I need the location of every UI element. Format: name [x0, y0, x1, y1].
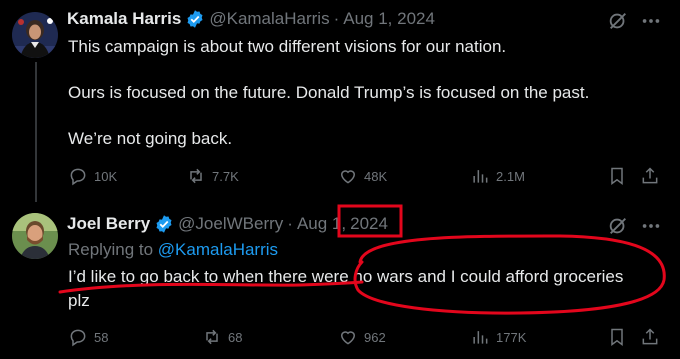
like-count: 962 — [364, 329, 386, 345]
tweet-body-line-1: I’d like to go back to when there were n… — [68, 267, 624, 286]
thread-connector-line — [35, 62, 37, 202]
tweet-body-line-2: plz — [68, 291, 90, 310]
views-button[interactable]: 2.1M — [470, 166, 525, 186]
reply-button[interactable]: 10K — [68, 166, 117, 186]
reply-icon — [70, 168, 86, 186]
more-icon[interactable] — [640, 10, 662, 37]
tweet-date-month[interactable]: Aug 1, — [297, 214, 346, 234]
replying-to: Replying to @KamalaHarris — [68, 240, 278, 260]
views-icon — [473, 331, 488, 344]
grok-icon[interactable] — [607, 215, 629, 242]
tweet-body-line-1: This campaign is about two different vis… — [68, 37, 507, 56]
author-name[interactable]: Kamala Harris — [67, 9, 181, 29]
bookmark-icon[interactable] — [607, 166, 627, 191]
reply-count: 58 — [94, 329, 109, 345]
tweet-body-line-3: We’re not going back. — [68, 129, 233, 148]
bookmark-icon[interactable] — [607, 327, 627, 352]
author-name[interactable]: Joel Berry — [67, 214, 150, 234]
author-handle[interactable]: @JoelWBerry — [178, 214, 283, 234]
tweet-date-year[interactable]: 2024 — [350, 214, 388, 234]
meta-separator: · — [333, 9, 340, 28]
like-icon — [340, 331, 356, 345]
views-icon — [473, 170, 488, 183]
like-button[interactable]: 48K — [338, 166, 387, 186]
like-count: 48K — [364, 168, 388, 184]
replying-to-handle[interactable]: @KamalaHarris — [158, 240, 278, 259]
reply-icon — [70, 329, 86, 347]
repost-button[interactable]: 7.7K — [186, 166, 239, 186]
verified-badge-icon — [185, 9, 205, 29]
repost-icon — [206, 329, 218, 345]
views-count: 2.1M — [496, 168, 525, 184]
tweet-date[interactable]: Aug 1, 2024 — [343, 9, 435, 29]
reply-count: 10K — [94, 168, 118, 184]
replying-to-label: Replying to — [68, 240, 154, 259]
share-icon[interactable] — [640, 327, 660, 352]
repost-icon — [190, 168, 202, 184]
author-handle[interactable]: @KamalaHarris — [209, 9, 329, 29]
like-button[interactable]: 962 — [338, 327, 386, 347]
avatar-kamala[interactable] — [12, 12, 58, 58]
meta-separator: · — [287, 214, 293, 233]
like-icon — [340, 170, 356, 184]
reply-button[interactable]: 58 — [68, 327, 108, 347]
repost-count: 68 — [228, 329, 243, 345]
views-button[interactable]: 177K — [470, 327, 526, 347]
tweet-body-line-2: Ours is focused on the future. Donald Tr… — [68, 83, 590, 102]
more-icon[interactable] — [640, 215, 662, 242]
share-icon[interactable] — [640, 166, 660, 191]
grok-icon[interactable] — [607, 10, 629, 37]
avatar-joel[interactable] — [12, 213, 58, 259]
views-count: 177K — [496, 329, 527, 345]
repost-button[interactable]: 68 — [202, 327, 242, 347]
repost-count: 7.7K — [212, 168, 239, 184]
verified-badge-icon — [154, 214, 174, 234]
